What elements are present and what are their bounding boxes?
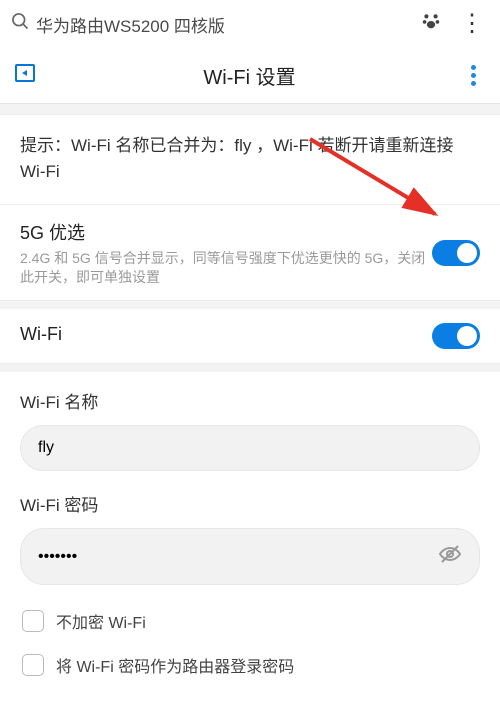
- search-icon: [10, 11, 30, 37]
- toggle-5g-pref[interactable]: [432, 240, 480, 266]
- checkbox-row-noenc[interactable]: 不加密 Wi-Fi: [20, 599, 480, 643]
- checkbox-label: 不加密 Wi-Fi: [56, 609, 146, 633]
- checkbox-label: 将 Wi-Fi 密码作为路由器登录密码: [56, 653, 294, 677]
- row-5g-pref: 5G 优选 2.4G 和 5G 信号合并显示，同等信号强度下优选更快的 5G，关…: [0, 205, 500, 302]
- eye-off-icon[interactable]: [438, 542, 462, 571]
- wifi-pw-field[interactable]: [38, 548, 438, 566]
- wifi-name-field[interactable]: [38, 439, 462, 457]
- row-desc: 2.4G 和 5G 信号合并显示，同等信号强度下优选更快的 5G，关闭此开关，即…: [20, 249, 432, 287]
- search-text: 华为路由WS5200 四核版: [36, 12, 408, 37]
- wifi-pw-input[interactable]: [20, 528, 480, 585]
- page-title: Wi-Fi 设置: [38, 61, 461, 90]
- app-header: Wi-Fi 设置: [0, 48, 500, 104]
- toggle-wifi[interactable]: [432, 323, 480, 349]
- browser-menu-icon[interactable]: ⋮: [454, 12, 490, 36]
- wifi-pw-label: Wi-Fi 密码: [20, 491, 480, 516]
- tip-banner: 提示：Wi-Fi 名称已合并为：fly ，Wi-Fi 若断开请重新连接 Wi-F…: [0, 114, 500, 205]
- wifi-name-label: Wi-Fi 名称: [20, 388, 480, 413]
- browser-searchbar[interactable]: 华为路由WS5200 四核版 ⋮: [0, 0, 500, 48]
- row-wifi: Wi-Fi: [0, 309, 500, 364]
- row-title: Wi-Fi: [20, 324, 432, 345]
- more-menu-icon[interactable]: [461, 61, 486, 90]
- back-icon[interactable]: [14, 62, 38, 89]
- baidu-paw-icon[interactable]: [420, 10, 442, 38]
- wifi-form: Wi-Fi 名称 Wi-Fi 密码 不加密 Wi-Fi 将 Wi-Fi 密码作为…: [0, 372, 500, 701]
- checkbox-row-aslogin[interactable]: 将 Wi-Fi 密码作为路由器登录密码: [20, 643, 480, 687]
- checkbox-icon: [22, 610, 44, 632]
- row-title: 5G 优选: [20, 219, 432, 245]
- checkbox-icon: [22, 654, 44, 676]
- wifi-name-input[interactable]: [20, 425, 480, 471]
